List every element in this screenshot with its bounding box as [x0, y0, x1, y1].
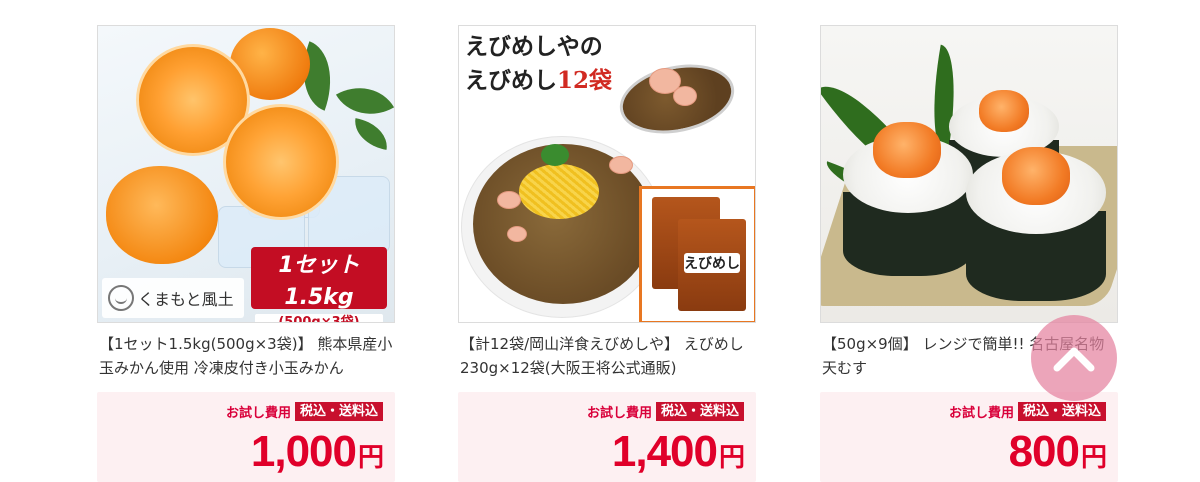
- product-card[interactable]: えびめしやの えびめし12袋 えびめし 【計12袋/岡山洋食えびめしや】 えびめ…: [458, 25, 756, 482]
- brand-logo: くまもと風土: [102, 278, 244, 318]
- price-value: 1,400: [611, 427, 718, 476]
- price-box: お試し費用 税込・送料込 1,000円: [97, 392, 395, 482]
- headline-text: えびめし: [465, 67, 557, 94]
- package: えびめし: [678, 219, 746, 311]
- product-image[interactable]: 1セット1.5kg (500g×3袋) くまもと風土: [97, 25, 395, 323]
- tax-badge: 税込・送料込: [1017, 402, 1106, 421]
- shrimp: [507, 226, 527, 242]
- price-box: お試し費用 税込・送料込 800円: [820, 392, 1118, 482]
- trial-label: お試し費用: [948, 406, 1014, 421]
- price: 1,400円: [611, 427, 745, 481]
- trial-label: お試し費用: [586, 406, 652, 421]
- tax-badge: 税込・送料込: [655, 402, 744, 421]
- egg-strips: [519, 164, 599, 219]
- package-label: えびめし: [684, 253, 740, 273]
- headline-line1: えびめしやの: [465, 33, 603, 60]
- currency: 円: [1080, 442, 1107, 472]
- tax-badge: 税込・送料込: [294, 402, 383, 421]
- currency: 円: [357, 442, 384, 472]
- badge-weight: 1セット1.5kg: [278, 253, 360, 310]
- product-title[interactable]: 【計12袋/岡山洋食えびめしや】 えびめし 230g×12袋(大阪王将公式通販): [460, 332, 754, 380]
- brand-name: くまもと風土: [138, 290, 234, 309]
- tenmusu: [966, 147, 1106, 301]
- headline-line2: えびめし12袋: [465, 64, 612, 98]
- trial-label: お試し費用: [225, 406, 291, 421]
- headline-count: 12袋: [557, 67, 613, 94]
- package-inset: えびめし: [639, 186, 755, 322]
- price-value: 800: [1008, 427, 1080, 476]
- product-image[interactable]: えびめしやの えびめし12袋 えびめし: [458, 25, 756, 323]
- smile-icon: [108, 285, 134, 311]
- product-card[interactable]: 【50g×9個】 レンジで簡単!! 名古屋名物 天むす お試し費用 税込・送料込…: [820, 25, 1118, 482]
- shrimp: [497, 191, 521, 209]
- price-box: お試し費用 税込・送料込 1,400円: [458, 392, 756, 482]
- price-value: 1,000: [250, 427, 357, 476]
- leaf: [351, 118, 391, 150]
- product-image[interactable]: [820, 25, 1118, 323]
- chevron-up-icon: [1053, 347, 1095, 372]
- product-title[interactable]: 【1セット1.5kg(500g×3袋)】 熊本県産小玉みかん使用 冷凍皮付き小玉…: [99, 332, 393, 380]
- parsley: [541, 144, 569, 166]
- product-card[interactable]: 1セット1.5kg (500g×3袋) くまもと風土 【1セット1.5kg(50…: [97, 25, 395, 482]
- price: 800円: [1008, 427, 1107, 481]
- price-label: お試し費用 税込・送料込: [587, 402, 744, 421]
- shrimp: [673, 86, 697, 106]
- currency: 円: [718, 442, 745, 472]
- mandarin-peeled: [106, 166, 218, 264]
- set-badge: 1セット1.5kg (500g×3袋): [251, 247, 387, 322]
- tenmusu: [843, 122, 973, 276]
- price-label: お試し費用 税込・送料込: [949, 402, 1106, 421]
- image-headline: えびめしやの えびめし12袋: [465, 30, 612, 98]
- price: 1,000円: [250, 427, 384, 481]
- shrimp: [609, 156, 633, 174]
- badge-pack-size: (500g×3袋): [255, 314, 383, 322]
- scroll-to-top-button[interactable]: [1031, 315, 1117, 401]
- mandarin-cut: [223, 104, 339, 220]
- price-label: お試し費用 税込・送料込: [226, 402, 383, 421]
